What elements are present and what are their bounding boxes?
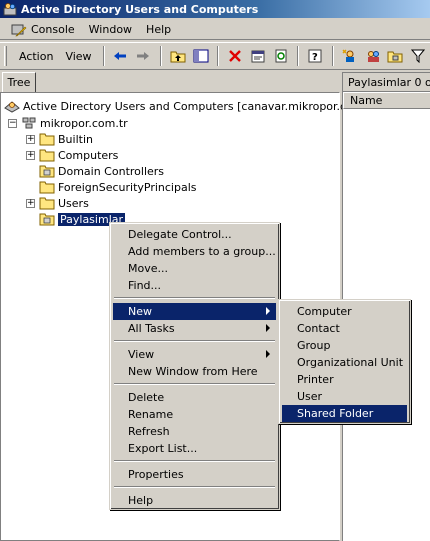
forward-arrow-icon[interactable] (132, 45, 154, 67)
folder-icon (39, 149, 55, 162)
menu-help[interactable]: Help (139, 23, 178, 36)
context-menu: Delegate Control... Add members to a gro… (109, 222, 280, 510)
tree-domain-label: mikropor.com.tr (40, 116, 128, 130)
tree-item-foreign-security-principals[interactable]: ForeignSecurityPrincipals (39, 179, 197, 195)
toolbar: Action View ? (0, 42, 430, 70)
ad-root-icon (4, 101, 20, 113)
toolbar-separator (102, 46, 105, 66)
menu-separator (114, 486, 275, 488)
submenu-arrow-icon (266, 324, 270, 332)
show-hide-tree-icon[interactable] (190, 45, 212, 67)
toolbar-separator (332, 46, 335, 66)
new-submenu: Computer Contact Group Organizational Un… (278, 299, 411, 424)
submenu-item-organizational-unit[interactable]: Organizational Unit (282, 354, 407, 371)
expand-toggle[interactable]: + (26, 198, 35, 208)
back-arrow-icon[interactable] (110, 45, 132, 67)
menu-item-new-window[interactable]: New Window from Here (113, 363, 276, 380)
toolbar-grip[interactable] (4, 46, 7, 66)
toolbar-separator (217, 46, 220, 66)
submenu-item-group[interactable]: Group (282, 337, 407, 354)
menu-console-label: Console (31, 23, 75, 36)
tree-item-label: Domain Controllers (58, 164, 165, 178)
window-title: Active Directory Users and Computers (21, 2, 259, 16)
tree-item-label: Users (58, 196, 89, 210)
submenu-arrow-icon (266, 307, 270, 315)
toolbar-separator (297, 46, 300, 66)
menu-window[interactable]: Window (82, 23, 139, 36)
menu-item-help[interactable]: Help (113, 492, 276, 509)
ou-folder-icon (39, 165, 55, 178)
action-menu-button[interactable]: Action (13, 50, 59, 63)
expand-toggle[interactable]: + (26, 134, 35, 144)
submenu-item-printer[interactable]: Printer (282, 371, 407, 388)
refresh-icon[interactable] (270, 45, 292, 67)
folder-icon (39, 197, 55, 210)
menu-console[interactable]: Console (4, 23, 82, 37)
ad-users-app-icon (3, 3, 17, 16)
new-ou-icon[interactable] (385, 45, 407, 67)
menu-item-move[interactable]: Move... (113, 260, 276, 277)
tree-item-label: Computers (58, 148, 119, 162)
tree-tabstrip: Tree (0, 72, 340, 92)
delete-icon[interactable] (224, 45, 246, 67)
menu-item-view[interactable]: View (113, 346, 276, 363)
new-group-icon[interactable] (362, 45, 384, 67)
collapse-toggle[interactable]: − (8, 118, 17, 128)
tree-item-computers[interactable]: + Computers (26, 147, 118, 163)
menu-item-delegate-control[interactable]: Delegate Control... (113, 226, 276, 243)
menu-item-refresh[interactable]: Refresh (113, 423, 276, 440)
menu-item-all-tasks-label: All Tasks (128, 322, 175, 335)
tab-tree[interactable]: Tree (2, 72, 36, 92)
menu-item-all-tasks[interactable]: All Tasks (113, 320, 276, 337)
folder-icon (39, 181, 55, 194)
menu-item-rename[interactable]: Rename (113, 406, 276, 423)
properties-icon[interactable] (247, 45, 269, 67)
up-folder-icon[interactable] (167, 45, 189, 67)
toolbar-separator (159, 46, 162, 66)
ou-folder-icon (39, 213, 55, 226)
svg-text:?: ? (312, 52, 318, 63)
menu-item-add-members[interactable]: Add members to a group... (113, 243, 276, 260)
view-menu-button[interactable]: View (59, 50, 97, 63)
menu-item-new[interactable]: New (113, 303, 276, 320)
menu-separator (114, 297, 275, 299)
tree-item-domain-controllers[interactable]: Domain Controllers (39, 163, 164, 179)
menu-item-view-label: View (128, 348, 155, 361)
menu-separator (114, 340, 275, 342)
tree-item-users[interactable]: + Users (26, 195, 89, 211)
tree-root[interactable]: Active Directory Users and Computers [ca… (4, 98, 380, 114)
submenu-arrow-icon (266, 350, 270, 358)
menu-item-new-label: New (128, 305, 152, 318)
submenu-item-shared-folder[interactable]: Shared Folder (282, 405, 407, 422)
menu-item-delete[interactable]: Delete (113, 389, 276, 406)
new-user-icon[interactable] (339, 45, 361, 67)
menu-bar: Console Window Help (0, 20, 430, 40)
tree-root-label: Active Directory Users and Computers [ca… (23, 99, 381, 113)
menu-item-find[interactable]: Find... (113, 277, 276, 294)
menu-item-export-list[interactable]: Export List... (113, 440, 276, 457)
console-icon (11, 24, 27, 36)
domain-icon (22, 117, 36, 129)
tree-item-label: ForeignSecurityPrincipals (58, 180, 197, 194)
tree-item-label: Builtin (58, 132, 93, 146)
expand-toggle[interactable]: + (26, 150, 35, 160)
column-header-name[interactable]: Name (343, 92, 430, 109)
details-pane-header: Paylasimlar 0 ol (342, 72, 430, 92)
folder-icon (39, 133, 55, 146)
menu-separator (114, 383, 275, 385)
submenu-item-contact[interactable]: Contact (282, 320, 407, 337)
submenu-item-computer[interactable]: Computer (282, 303, 407, 320)
submenu-item-user[interactable]: User (282, 388, 407, 405)
menu-separator (114, 460, 275, 462)
help-icon[interactable]: ? (304, 45, 326, 67)
title-bar: Active Directory Users and Computers (0, 0, 430, 18)
filter-icon[interactable] (407, 45, 429, 67)
tree-domain[interactable]: − mikropor.com.tr (8, 115, 128, 131)
menu-item-properties[interactable]: Properties (113, 466, 276, 483)
tree-item-builtin[interactable]: + Builtin (26, 131, 93, 147)
